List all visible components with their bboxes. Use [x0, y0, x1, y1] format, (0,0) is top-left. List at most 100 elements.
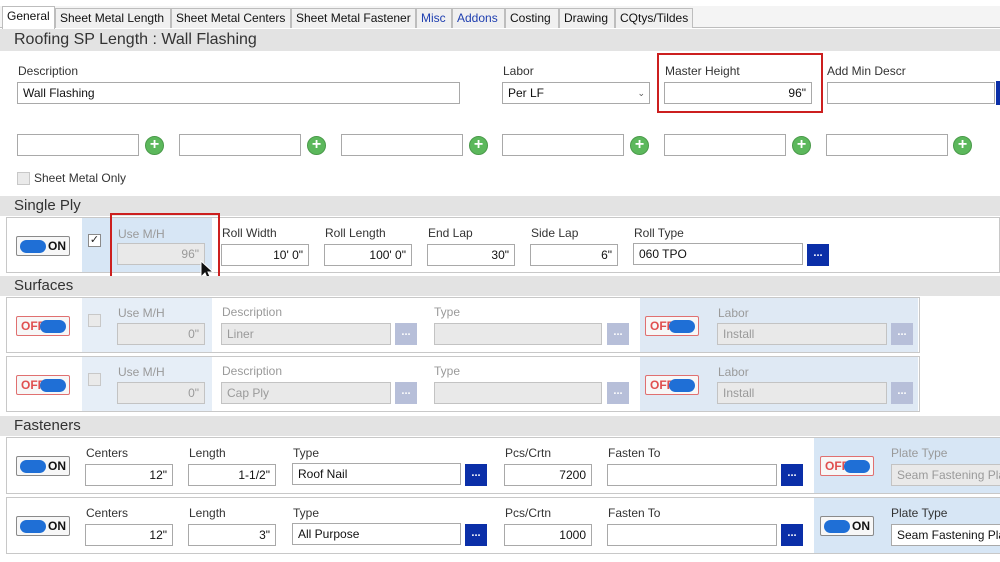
plate-toggle[interactable]: OFF [820, 456, 874, 476]
addon-input-6[interactable] [826, 134, 948, 156]
fastener-toggle[interactable]: ON [16, 456, 70, 476]
surface-use-mh-input: 0" [117, 382, 205, 404]
surface-type-label: Type [434, 305, 461, 319]
fastener-centers-input[interactable]: 12" [85, 464, 173, 486]
labor-select-value: Per LF [508, 86, 545, 100]
plate-toggle[interactable]: ON [820, 516, 874, 536]
fastener-pcs-label: Pcs/Crtn [505, 506, 552, 520]
roll-width-input[interactable]: 10' 0" [221, 244, 309, 266]
roll-type-input[interactable]: 060 TPO [633, 243, 803, 265]
fastener-pcs-input[interactable]: 1000 [504, 524, 592, 546]
plus-icon[interactable]: + [630, 136, 649, 155]
toggle-knob [669, 320, 695, 333]
tab-addons[interactable]: Addons [452, 8, 505, 28]
toggle-knob [20, 460, 46, 473]
surface-use-mh-label: Use M/H [118, 306, 165, 320]
surface-use-mh-checkbox[interactable] [88, 314, 101, 327]
side-lap-input[interactable]: 6" [530, 244, 618, 266]
surface-type-label: Type [434, 364, 461, 378]
fastener-length-input[interactable]: 1-1/2" [188, 464, 276, 486]
labor-label: Labor [503, 64, 534, 78]
addon-input-2[interactable] [179, 134, 301, 156]
tab-cqtys-tildes[interactable]: CQtys/Tildes [615, 8, 693, 28]
toggle-text: ON [48, 459, 66, 473]
fastener-centers-input[interactable]: 12" [85, 524, 173, 546]
surface-description-label: Description [222, 305, 283, 319]
labor-select[interactable]: Per LF ⌄ [502, 82, 650, 104]
end-lap-input[interactable]: 30" [427, 244, 515, 266]
single-ply-toggle[interactable]: ON [16, 236, 70, 256]
fastener-toggle[interactable]: ON [16, 516, 70, 536]
section-surfaces: Surfaces [0, 276, 1000, 296]
section-fasteners: Fasteners [0, 416, 1000, 436]
sheet-metal-only-checkbox[interactable] [17, 172, 30, 185]
surface-use-mh-label: Use M/H [118, 365, 165, 379]
surface-type-input [434, 382, 602, 404]
toggle-knob [844, 460, 870, 473]
surface-toggle[interactable]: OFF [16, 316, 70, 336]
addon-input-4[interactable] [502, 134, 624, 156]
roll-length-input[interactable]: 100' 0" [324, 244, 412, 266]
use-mh-checkbox[interactable]: ✓ [88, 234, 101, 247]
tab-sheet-metal-centers[interactable]: Sheet Metal Centers [171, 8, 291, 28]
fastener-type-browse-button[interactable]: ... [465, 524, 487, 546]
add-min-descr-button-edge[interactable] [996, 81, 1000, 105]
toggle-knob [669, 379, 695, 392]
surface-use-mh-checkbox[interactable] [88, 373, 101, 386]
plus-icon[interactable]: + [469, 136, 488, 155]
tab-drawing[interactable]: Drawing [559, 8, 615, 28]
fastener-fasten-to-input[interactable] [607, 524, 777, 546]
surface-toggle[interactable]: OFF [16, 375, 70, 395]
plus-icon[interactable]: + [953, 136, 972, 155]
addon-input-1[interactable] [17, 134, 139, 156]
fastener-fasten-to-input[interactable] [607, 464, 777, 486]
fastener-centers-label: Centers [86, 506, 129, 520]
plate-type-input[interactable]: Seam Fastening Pla [891, 524, 1000, 546]
toggle-text: ON [48, 519, 66, 533]
description-input[interactable]: Wall Flashing [17, 82, 460, 104]
surface-labor-label: Labor [718, 306, 749, 320]
tab-general[interactable]: General [2, 6, 55, 29]
surface-labor-toggle[interactable]: OFF [645, 375, 699, 395]
fastener-fasten-to-browse-button[interactable]: ... [781, 524, 803, 546]
surface-description-input: Cap Ply [221, 382, 391, 404]
tab-misc[interactable]: Misc [416, 8, 452, 28]
side-lap-label: Side Lap [531, 226, 579, 240]
addon-input-3[interactable] [341, 134, 463, 156]
fastener-pcs-input[interactable]: 7200 [504, 464, 592, 486]
plate-type-label: Plate Type [891, 506, 948, 520]
tab-sheet-metal-fastener[interactable]: Sheet Metal Fastener [291, 8, 416, 28]
fastener-length-input[interactable]: 3" [188, 524, 276, 546]
roll-type-browse-button[interactable]: ... [807, 244, 829, 266]
fastener-type-browse-button[interactable]: ... [465, 464, 487, 486]
tab-bar: General Sheet Metal Length Sheet Metal C… [0, 6, 1000, 29]
page-title: Roofing SP Length : Wall Flashing [0, 29, 1000, 51]
plus-icon[interactable]: + [792, 136, 811, 155]
surface-type-input [434, 323, 602, 345]
add-min-descr-input[interactable] [827, 82, 995, 104]
tab-sheet-metal-length[interactable]: Sheet Metal Length [55, 8, 171, 28]
toggle-knob [824, 520, 850, 533]
fastener-pcs-label: Pcs/Crtn [505, 446, 552, 460]
surface-description-browse-button: ... [395, 382, 417, 404]
fastener-centers-label: Centers [86, 446, 129, 460]
surface-labor-browse-button: ... [891, 382, 913, 404]
tab-costing[interactable]: Costing [505, 8, 559, 28]
toggle-knob [40, 379, 66, 392]
fastener-type-label: Type [293, 506, 320, 520]
addon-input-5[interactable] [664, 134, 786, 156]
surface-labor-browse-button: ... [891, 323, 913, 345]
plus-icon[interactable]: + [307, 136, 326, 155]
roll-type-label: Roll Type [634, 226, 684, 240]
fastener-type-input[interactable]: Roof Nail [292, 463, 461, 485]
plus-icon[interactable]: + [145, 136, 164, 155]
highlight-box-master-height [657, 53, 823, 113]
toggle-text: ON [852, 519, 870, 533]
fastener-fasten-to-label: Fasten To [608, 446, 661, 460]
fastener-fasten-to-browse-button[interactable]: ... [781, 464, 803, 486]
surface-description-input: Liner [221, 323, 391, 345]
surface-description-browse-button: ... [395, 323, 417, 345]
fastener-fasten-to-label: Fasten To [608, 506, 661, 520]
surface-labor-toggle[interactable]: OFF [645, 316, 699, 336]
fastener-type-input[interactable]: All Purpose [292, 523, 461, 545]
